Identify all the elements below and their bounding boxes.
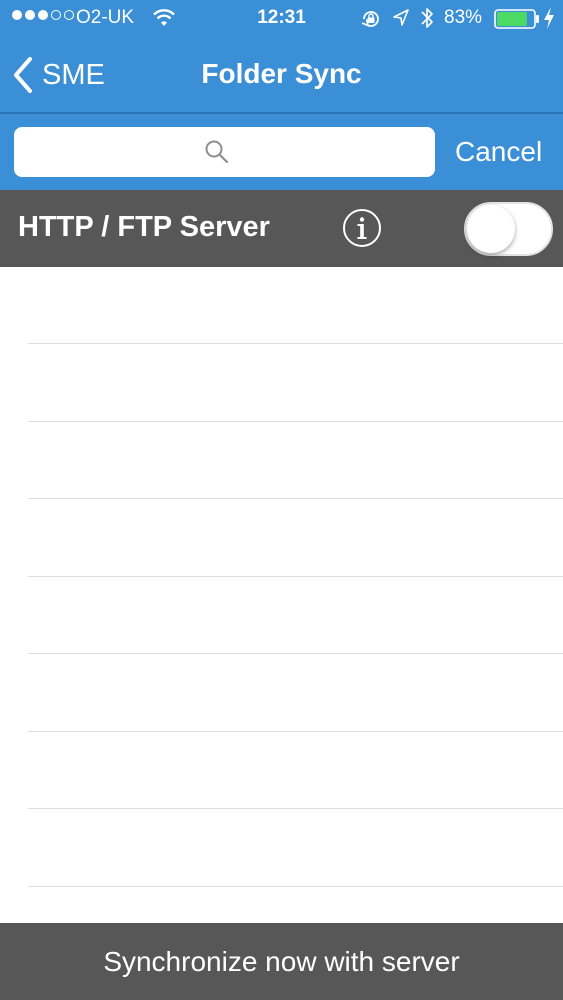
toggle-knob [467, 205, 515, 253]
folder-list [0, 267, 563, 923]
info-icon[interactable] [342, 208, 382, 253]
battery-icon [494, 9, 540, 35]
page-title: Folder Sync [201, 58, 362, 89]
list-item[interactable] [0, 577, 563, 654]
navigation-bar: SME Folder Sync [0, 38, 563, 112]
list-item[interactable] [0, 500, 563, 577]
bluetooth-icon [419, 5, 435, 37]
nav-divider [0, 112, 563, 114]
cancel-button[interactable]: Cancel [455, 136, 542, 168]
server-toggle-switch[interactable] [464, 202, 553, 256]
list-item[interactable] [0, 810, 563, 887]
list-item[interactable] [0, 732, 563, 809]
status-bar: O2-UK 12:31 83% [0, 0, 563, 38]
list-item[interactable] [0, 345, 563, 422]
server-label: HTTP / FTP Server [18, 211, 270, 243]
rotation-lock-icon [360, 8, 382, 36]
list-item[interactable] [0, 267, 563, 344]
charging-bolt-icon [543, 6, 555, 36]
row-separator [28, 885, 563, 887]
location-arrow-icon [392, 8, 410, 34]
server-toggle-row: HTTP / FTP Server [0, 190, 563, 267]
synchronize-button[interactable]: Synchronize now with server [0, 923, 563, 1000]
search-input[interactable] [14, 127, 435, 177]
list-item[interactable] [0, 655, 563, 732]
battery-percentage: 83% [444, 7, 483, 28]
list-item[interactable] [0, 422, 563, 499]
